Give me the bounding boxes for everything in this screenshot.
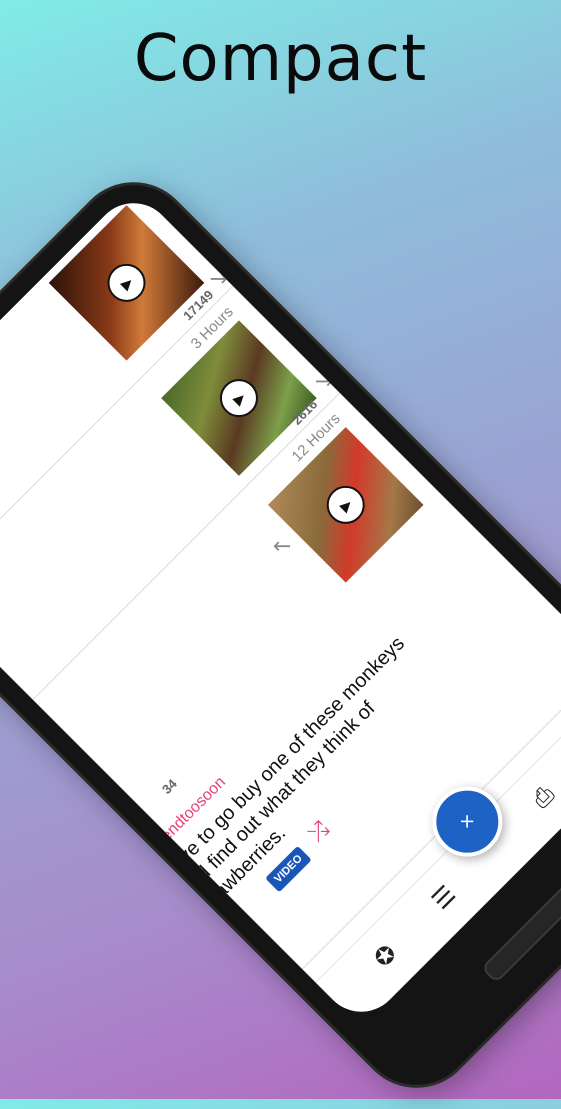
upvote-count: 34 <box>159 776 180 797</box>
play-icon: ▶ <box>212 371 266 425</box>
star-icon[interactable]: ✪ <box>368 939 403 974</box>
upvote-icon[interactable]: ↖ <box>266 530 297 561</box>
play-icon: ▶ <box>99 255 154 310</box>
headline: Compact <box>133 22 428 96</box>
inbox-icon[interactable]: ⎙ <box>527 781 560 814</box>
posts-icon[interactable]: ☰ <box>426 880 462 916</box>
phone-mockup: ▶ 17149 ↘ 3 Hours ▶ 2616 ↘ 12 Hours ▶ ↖ … <box>0 161 561 1109</box>
play-icon: ▶ <box>318 478 373 532</box>
